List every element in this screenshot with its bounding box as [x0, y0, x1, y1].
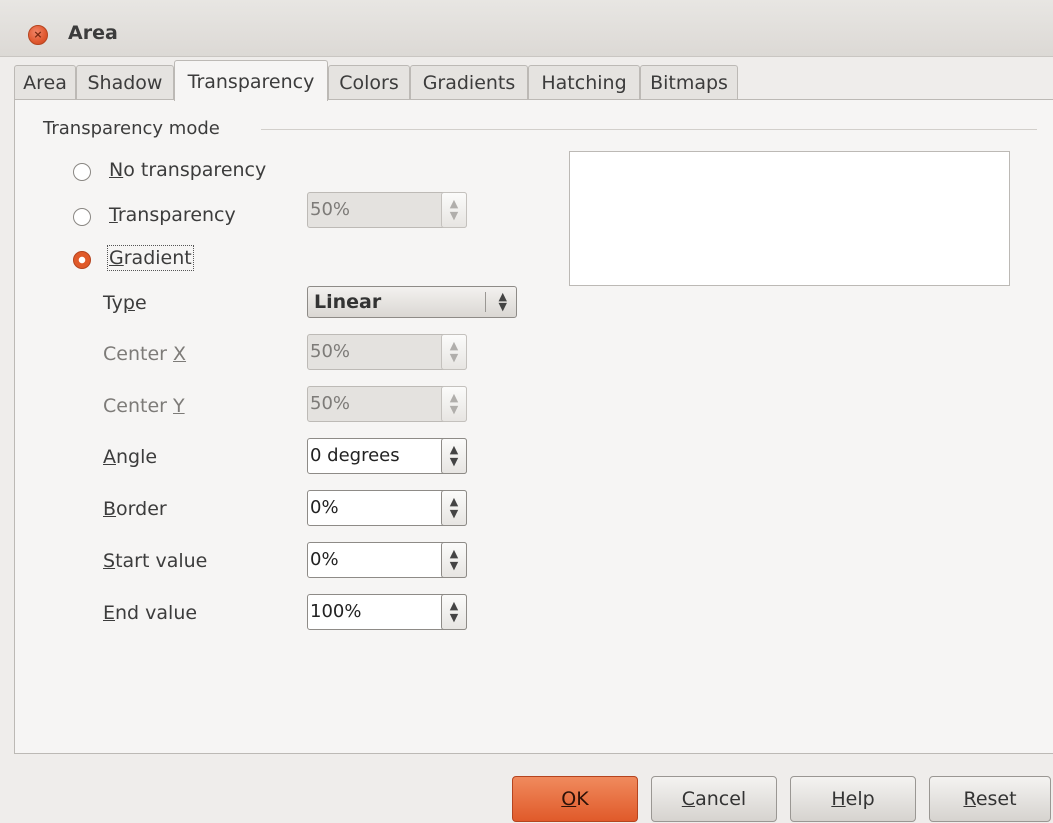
- radio-label: Gradient: [107, 245, 194, 271]
- radio-button[interactable]: [73, 251, 91, 269]
- section-divider: [261, 129, 1037, 130]
- end-value-label: End value: [103, 602, 198, 624]
- ok-button[interactable]: OK: [512, 776, 638, 822]
- close-icon[interactable]: ×: [28, 25, 48, 45]
- angle-spinner[interactable]: 0 degrees ▲ ▼: [307, 438, 467, 474]
- preview-box: [569, 151, 1010, 286]
- window-title: Area: [68, 22, 118, 44]
- spin-arrows-icon: ▲ ▼: [441, 334, 467, 370]
- tab-hatching[interactable]: Hatching: [528, 65, 640, 99]
- spin-arrows-icon[interactable]: ▲ ▼: [441, 542, 467, 578]
- start-value-label: Start value: [103, 550, 208, 572]
- center-y-spinner: 50% ▲ ▼: [307, 386, 467, 422]
- border-label: Border: [103, 498, 167, 520]
- radio-label: No transparency: [109, 159, 267, 181]
- tab-bar: Area Shadow Transparency Colors Gradient…: [14, 60, 1053, 101]
- title-bar: × Area: [0, 0, 1053, 57]
- section-title: Transparency mode: [43, 118, 220, 139]
- tab-shadow[interactable]: Shadow: [76, 65, 174, 99]
- start-value-spinner[interactable]: 0% ▲ ▼: [307, 542, 467, 578]
- tab-colors[interactable]: Colors: [328, 65, 410, 99]
- type-label: Type: [103, 292, 147, 314]
- end-value-spinner[interactable]: 100% ▲ ▼: [307, 594, 467, 630]
- radio-label: Transparency: [109, 204, 236, 226]
- cancel-button[interactable]: Cancel: [651, 776, 777, 822]
- angle-label: Angle: [103, 446, 158, 468]
- tab-area[interactable]: Area: [14, 65, 76, 99]
- radio-button[interactable]: [73, 208, 91, 226]
- transparency-percent-spinner: 50% ▲ ▼: [307, 192, 467, 228]
- center-y-label: Center Y: [103, 395, 185, 417]
- tab-transparency[interactable]: Transparency: [174, 60, 328, 101]
- tab-gradients[interactable]: Gradients: [410, 65, 528, 99]
- gradient-type-select[interactable]: Linear ▲ ▼: [307, 286, 517, 318]
- spin-arrows-icon: ▲ ▼: [441, 386, 467, 422]
- reset-button[interactable]: Reset: [929, 776, 1051, 822]
- border-spinner[interactable]: 0% ▲ ▼: [307, 490, 467, 526]
- tab-bitmaps[interactable]: Bitmaps: [640, 65, 738, 99]
- center-x-spinner: 50% ▲ ▼: [307, 334, 467, 370]
- select-arrows-icon: ▲ ▼: [498, 290, 507, 313]
- help-button[interactable]: Help: [790, 776, 916, 822]
- spin-arrows-icon: ▲ ▼: [441, 192, 467, 228]
- center-x-label: Center X: [103, 343, 187, 365]
- radio-button[interactable]: [73, 163, 91, 181]
- spin-arrows-icon[interactable]: ▲ ▼: [441, 594, 467, 630]
- spin-arrows-icon[interactable]: ▲ ▼: [441, 438, 467, 474]
- transparency-panel: Transparency mode No transparency Transp…: [14, 99, 1053, 754]
- spin-arrows-icon[interactable]: ▲ ▼: [441, 490, 467, 526]
